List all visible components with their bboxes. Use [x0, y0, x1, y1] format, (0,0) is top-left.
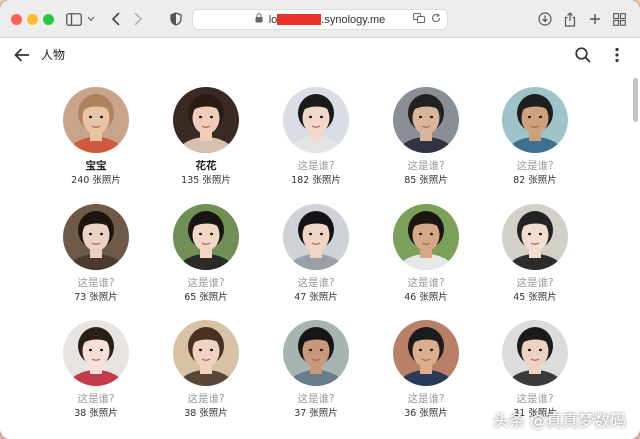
person-avatar[interactable]	[173, 204, 239, 270]
download-icon[interactable]	[535, 9, 555, 29]
person-name[interactable]: 宝宝	[41, 159, 151, 173]
address-bar[interactable]: lo .synology.me	[192, 9, 448, 30]
more-vertical-icon[interactable]	[608, 46, 626, 64]
page-title: 人物	[41, 48, 66, 62]
back-nav-icon[interactable]	[106, 9, 126, 29]
people-grid: 宝宝 240 张照片 花花 135 张照片 这是谁? 182 张照片 这是谁? 85 张照片这…	[0, 72, 640, 439]
person-name[interactable]: 花花	[151, 159, 261, 173]
photo-count: 45 张照片	[513, 292, 557, 303]
photo-count: 47 张照片	[294, 292, 338, 303]
person-name-placeholder[interactable]: 这是谁?	[151, 392, 261, 406]
app-header: 人物	[0, 38, 640, 72]
person-card[interactable]: 这是谁? 36 张照片	[371, 320, 481, 420]
photo-count: 182 张照片	[291, 175, 341, 186]
photo-count: 65 张照片	[184, 292, 228, 303]
person-avatar[interactable]	[393, 204, 459, 270]
translate-icon[interactable]	[413, 13, 425, 26]
photo-count: 135 张照片	[181, 175, 231, 186]
shield-icon[interactable]	[166, 9, 186, 29]
person-avatar[interactable]	[173, 320, 239, 386]
redaction-mark	[277, 14, 322, 25]
person-card[interactable]: 这是谁? 38 张照片	[151, 320, 261, 420]
person-name-placeholder[interactable]: 这是谁?	[261, 276, 371, 290]
address-prefix: lo	[268, 13, 278, 26]
person-avatar[interactable]	[63, 87, 129, 153]
person-avatar[interactable]	[283, 204, 349, 270]
person-name-placeholder[interactable]: 这是谁?	[371, 392, 481, 406]
minimize-window-button[interactable]	[27, 14, 38, 25]
person-avatar[interactable]	[283, 320, 349, 386]
photo-count: 240 张照片	[71, 175, 121, 186]
person-avatar[interactable]	[502, 320, 568, 386]
arrow-left-icon[interactable]	[12, 45, 34, 65]
photo-count: 85 张照片	[404, 175, 448, 186]
person-name-placeholder[interactable]: 这是谁?	[480, 276, 590, 290]
person-avatar[interactable]	[63, 204, 129, 270]
zoom-window-button[interactable]	[43, 14, 54, 25]
person-name-placeholder[interactable]: 这是谁?	[261, 159, 371, 173]
share-icon[interactable]	[560, 9, 580, 29]
photo-count: 37 张照片	[294, 408, 338, 419]
person-avatar[interactable]	[502, 87, 568, 153]
person-name-placeholder[interactable]: 这是谁?	[261, 392, 371, 406]
person-name-placeholder[interactable]: 这是谁?	[41, 276, 151, 290]
person-avatar[interactable]	[393, 87, 459, 153]
person-name-placeholder[interactable]: 这是谁?	[480, 159, 590, 173]
watermark-text: 头条 @真真梦数码	[492, 411, 626, 430]
reload-icon[interactable]	[431, 13, 441, 26]
person-card[interactable]: 宝宝 240 张照片	[41, 87, 151, 187]
person-avatar[interactable]	[283, 87, 349, 153]
person-name-placeholder[interactable]: 这是谁?	[480, 392, 590, 406]
person-card[interactable]: 这是谁? 37 张照片	[261, 320, 371, 420]
browser-window: lo .synology.me 人物 宝宝 240 张照片 花花 135 张照片…	[0, 0, 640, 439]
person-name-placeholder[interactable]: 这是谁?	[371, 276, 481, 290]
close-window-button[interactable]	[11, 14, 22, 25]
person-card[interactable]: 这是谁? 46 张照片	[371, 204, 481, 304]
photo-count: 46 张照片	[404, 292, 448, 303]
person-card[interactable]: 这是谁? 38 张照片	[41, 320, 151, 420]
person-name-placeholder[interactable]: 这是谁?	[41, 392, 151, 406]
person-avatar[interactable]	[63, 320, 129, 386]
lock-icon	[255, 13, 263, 26]
person-card[interactable]: 这是谁? 47 张照片	[261, 204, 371, 304]
person-card[interactable]: 这是谁? 73 张照片	[41, 204, 151, 304]
person-card[interactable]: 花花 135 张照片	[151, 87, 261, 187]
person-card[interactable]: 这是谁? 82 张照片	[480, 87, 590, 187]
photo-count: 38 张照片	[74, 408, 118, 419]
person-name-placeholder[interactable]: 这是谁?	[371, 159, 481, 173]
chevron-down-icon[interactable]	[84, 9, 98, 29]
scrollbar[interactable]	[633, 78, 638, 122]
search-icon[interactable]	[574, 46, 592, 64]
person-avatar[interactable]	[502, 204, 568, 270]
forward-nav-icon[interactable]	[128, 9, 148, 29]
address-suffix: .synology.me	[321, 13, 386, 26]
photo-count: 36 张照片	[404, 408, 448, 419]
person-card[interactable]: 这是谁? 85 张照片	[371, 87, 481, 187]
person-card[interactable]: 这是谁? 45 张照片	[480, 204, 590, 304]
person-name-placeholder[interactable]: 这是谁?	[151, 276, 261, 290]
person-card[interactable]: 这是谁? 182 张照片	[261, 87, 371, 187]
photo-count: 82 张照片	[513, 175, 557, 186]
sidebar-toggle-icon[interactable]	[64, 9, 84, 29]
person-avatar[interactable]	[173, 87, 239, 153]
browser-toolbar: lo .synology.me	[0, 0, 640, 38]
new-tab-icon[interactable]	[585, 9, 605, 29]
photo-count: 38 张照片	[184, 408, 228, 419]
person-card[interactable]: 这是谁? 65 张照片	[151, 204, 261, 304]
tab-overview-icon[interactable]	[609, 9, 629, 29]
person-avatar[interactable]	[393, 320, 459, 386]
person-card[interactable]: 这是谁? 31 张照片	[480, 320, 590, 420]
photo-count: 73 张照片	[74, 292, 118, 303]
